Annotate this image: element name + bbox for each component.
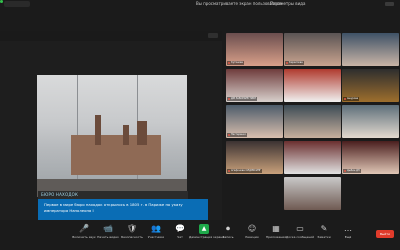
participant-video bbox=[342, 105, 399, 138]
participant-name: ДМ ЗАБОРЬЕВ ТИКН bbox=[227, 97, 258, 101]
participant-video bbox=[284, 141, 341, 174]
muted-mic-icon bbox=[228, 97, 230, 100]
toolbar-icon: 📹 bbox=[103, 224, 113, 233]
shared-screen: БЮРО НАХОДОК Первое в мире бюро находок … bbox=[0, 31, 222, 220]
toolbar-icon: 👥 bbox=[151, 224, 161, 233]
participant-tile[interactable] bbox=[284, 141, 341, 174]
toolbar-icon: ▲ bbox=[199, 224, 209, 234]
participant-tile[interactable]: Кириллова bbox=[284, 33, 341, 66]
muted-mic-icon bbox=[344, 97, 346, 100]
slide-header-badge bbox=[208, 33, 218, 38]
participant-name: Агафонова ОЛДРИСИНГ bbox=[227, 169, 263, 173]
top-bar: Вы просматриваете экран пользователя Пар… bbox=[0, 0, 400, 10]
toolbar-icon: 💬 bbox=[175, 224, 185, 233]
muted-mic-icon bbox=[228, 169, 230, 172]
meeting-toolbar: Выйти 🎤 Включить звук 📹 Начать видео 🛡 Безопа… bbox=[0, 222, 400, 250]
participant-video bbox=[342, 33, 399, 66]
caption-text: Первое в мире бюро находок открылось в 1… bbox=[38, 199, 208, 220]
leave-meeting-button[interactable]: Выйти bbox=[376, 230, 394, 238]
participant-tile[interactable] bbox=[284, 105, 341, 138]
participant-name: Ашурова bbox=[343, 97, 360, 101]
toolbar-icon: ⏺ bbox=[226, 224, 230, 233]
toolbar-button[interactable]: … Ещё bbox=[333, 224, 363, 240]
participant-name: Кириллова bbox=[285, 61, 304, 65]
slide-header bbox=[0, 31, 222, 41]
participant-name: Нестеренко bbox=[227, 133, 247, 137]
toolbar-icon: 🛡 bbox=[127, 224, 138, 233]
toolbar-label: Ещё bbox=[344, 235, 352, 239]
muted-mic-icon bbox=[228, 61, 230, 64]
participant-tile[interactable]: ДМ ЗАБОРЬЕВ ТИКН bbox=[226, 69, 283, 102]
toolbar-icon: … bbox=[344, 224, 352, 233]
muted-mic-icon bbox=[286, 61, 288, 64]
view-options-button[interactable]: Параметры вида bbox=[270, 0, 305, 7]
participant-tile[interactable]: Агафонова ОЛДРИСИНГ bbox=[226, 141, 283, 174]
toolbar-icon: ✎ bbox=[320, 224, 328, 233]
participant-tile[interactable] bbox=[342, 105, 399, 138]
layout-toggle-icon[interactable] bbox=[385, 2, 394, 6]
participant-gallery: Кутянова Кириллова ДМ ЗАБОРЬЕВ ТИКН Ашурова… bbox=[226, 33, 400, 216]
participant-tile[interactable]: Кутянова bbox=[226, 33, 283, 66]
participant-tile[interactable]: Цыбин ДЭ bbox=[342, 141, 399, 174]
station-photo bbox=[37, 75, 187, 197]
participant-name: Кутянова bbox=[227, 61, 244, 65]
participant-tile[interactable] bbox=[284, 69, 341, 102]
participant-video bbox=[284, 105, 341, 138]
participant-name: Цыбин ДЭ bbox=[343, 169, 361, 173]
participant-tile[interactable]: Ашурова bbox=[342, 69, 399, 102]
toolbar-icon: ▭ bbox=[296, 224, 304, 233]
toolbar-icon: ☺ bbox=[247, 224, 257, 233]
participant-video bbox=[284, 69, 341, 102]
share-indicator-icon bbox=[0, 0, 3, 3]
toolbar-icon: 🎤 bbox=[79, 224, 89, 233]
muted-mic-icon bbox=[344, 169, 346, 172]
participant-tile[interactable] bbox=[342, 33, 399, 66]
participant-tile[interactable] bbox=[284, 177, 341, 210]
participant-video bbox=[284, 177, 341, 210]
participant-tile[interactable]: Нестеренко bbox=[226, 105, 283, 138]
share-notice: Вы просматриваете экран пользователя bbox=[196, 1, 282, 6]
meeting-info-button[interactable] bbox=[4, 1, 30, 7]
toolbar-icon: ▦ bbox=[272, 224, 280, 233]
muted-mic-icon bbox=[228, 133, 230, 136]
caption-title: БЮРО НАХОДОК bbox=[38, 191, 188, 199]
